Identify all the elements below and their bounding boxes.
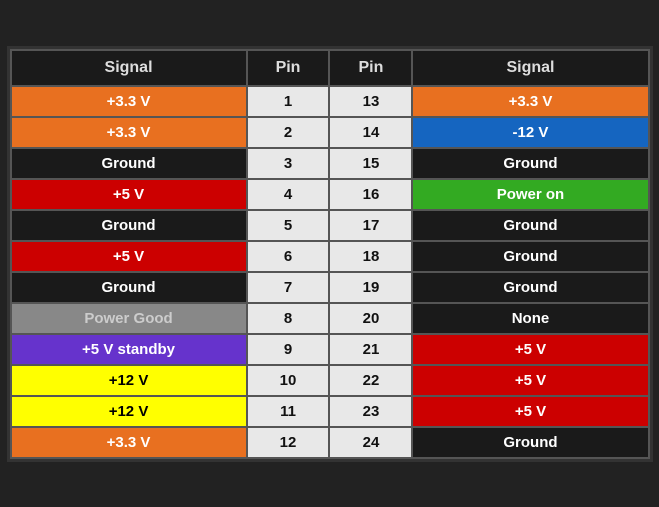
signal-left: +3.3 V <box>11 427 247 458</box>
table-row: +12 V1022+5 V <box>11 365 649 396</box>
pin-left: 7 <box>247 272 330 303</box>
header-pin-right: Pin <box>329 50 412 86</box>
pin-left: 5 <box>247 210 330 241</box>
table-row: +5 V618Ground <box>11 241 649 272</box>
signal-right: Ground <box>412 272 648 303</box>
pin-left: 2 <box>247 117 330 148</box>
pin-right: 20 <box>329 303 412 334</box>
signal-right: Ground <box>412 148 648 179</box>
signal-right: +5 V <box>412 365 648 396</box>
signal-right: Power on <box>412 179 648 210</box>
signal-right: +5 V <box>412 396 648 427</box>
signal-right: Ground <box>412 241 648 272</box>
table-row: Ground315Ground <box>11 148 649 179</box>
table-row: +3.3 V214-12 V <box>11 117 649 148</box>
signal-left: Ground <box>11 210 247 241</box>
pin-right: 23 <box>329 396 412 427</box>
signal-left: +12 V <box>11 396 247 427</box>
pin-left: 9 <box>247 334 330 365</box>
table-row: Ground517Ground <box>11 210 649 241</box>
signal-left: Power Good <box>11 303 247 334</box>
pin-right: 18 <box>329 241 412 272</box>
signal-left: Ground <box>11 148 247 179</box>
pin-left: 4 <box>247 179 330 210</box>
table-row: +5 V standby921+5 V <box>11 334 649 365</box>
signal-left: +3.3 V <box>11 117 247 148</box>
signal-left: +5 V standby <box>11 334 247 365</box>
signal-left: +12 V <box>11 365 247 396</box>
pin-left: 8 <box>247 303 330 334</box>
header-signal-right: Signal <box>412 50 648 86</box>
pin-left: 11 <box>247 396 330 427</box>
pin-left: 6 <box>247 241 330 272</box>
table-body: +3.3 V113+3.3 V+3.3 V214-12 VGround315Gr… <box>11 86 649 458</box>
pin-right: 13 <box>329 86 412 117</box>
pin-right: 21 <box>329 334 412 365</box>
table-row: +12 V1123+5 V <box>11 396 649 427</box>
header-pin-left: Pin <box>247 50 330 86</box>
pin-left: 10 <box>247 365 330 396</box>
table-row: +3.3 V1224Ground <box>11 427 649 458</box>
pin-right: 17 <box>329 210 412 241</box>
signal-right: None <box>412 303 648 334</box>
pin-right: 22 <box>329 365 412 396</box>
signal-left: +3.3 V <box>11 86 247 117</box>
pin-right: 24 <box>329 427 412 458</box>
pin-right: 16 <box>329 179 412 210</box>
signal-right: Ground <box>412 210 648 241</box>
pin-left: 12 <box>247 427 330 458</box>
header-row: Signal Pin Pin Signal <box>11 50 649 86</box>
pin-left: 1 <box>247 86 330 117</box>
pin-right: 14 <box>329 117 412 148</box>
signal-left: +5 V <box>11 241 247 272</box>
pinout-table: Signal Pin Pin Signal +3.3 V113+3.3 V+3.… <box>10 49 650 459</box>
pin-left: 3 <box>247 148 330 179</box>
signal-right: +3.3 V <box>412 86 648 117</box>
table-row: Power Good820None <box>11 303 649 334</box>
pin-right: 15 <box>329 148 412 179</box>
main-container: Signal Pin Pin Signal +3.3 V113+3.3 V+3.… <box>7 46 653 462</box>
table-row: Ground719Ground <box>11 272 649 303</box>
signal-right: -12 V <box>412 117 648 148</box>
signal-right: Ground <box>412 427 648 458</box>
table-row: +3.3 V113+3.3 V <box>11 86 649 117</box>
signal-left: Ground <box>11 272 247 303</box>
pin-right: 19 <box>329 272 412 303</box>
signal-right: +5 V <box>412 334 648 365</box>
table-row: +5 V416Power on <box>11 179 649 210</box>
header-signal-left: Signal <box>11 50 247 86</box>
signal-left: +5 V <box>11 179 247 210</box>
